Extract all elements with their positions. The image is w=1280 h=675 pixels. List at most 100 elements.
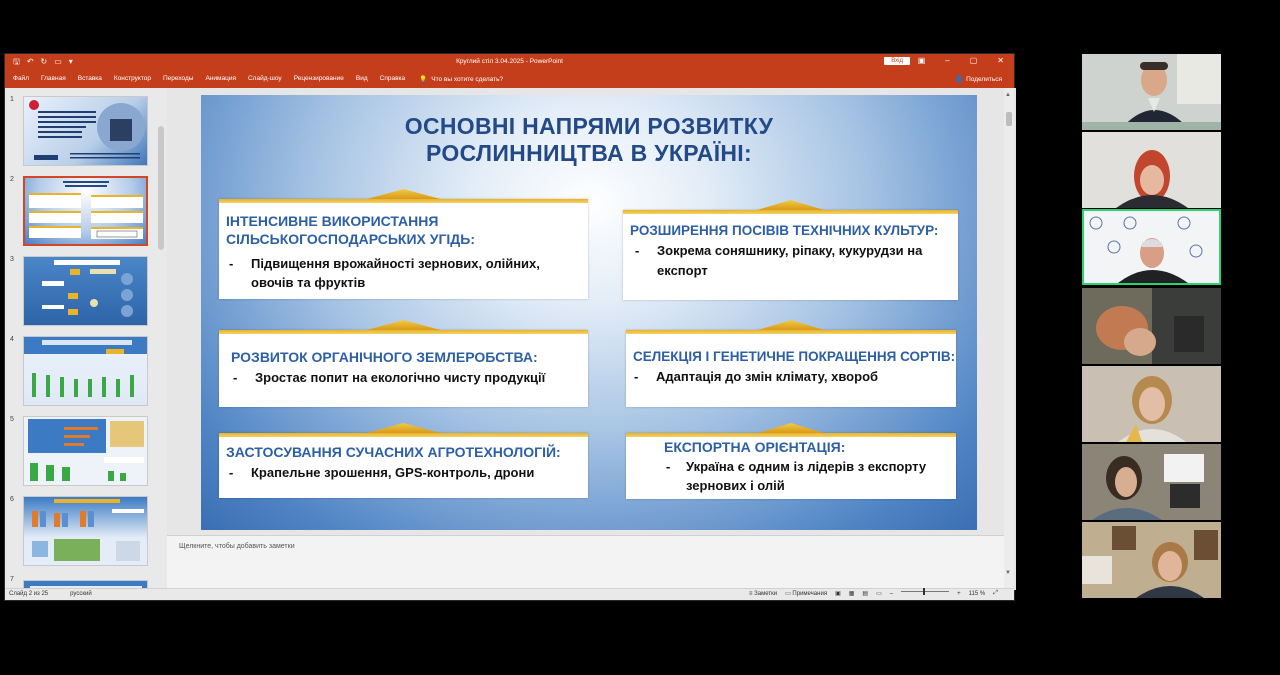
tab-home[interactable]: Главная: [41, 75, 66, 83]
slideshow-view-icon[interactable]: ▭: [876, 590, 882, 597]
slide-thumbnail-selected[interactable]: [23, 176, 148, 246]
direction-card: ІНТЕНСИВНЕ ВИКОРИСТАННЯ СІЛЬСЬКОГОСПОДАР…: [219, 189, 588, 299]
participant-video[interactable]: [1082, 522, 1221, 598]
reading-view-icon[interactable]: ▤: [862, 590, 868, 597]
signin-button[interactable]: Вхід: [884, 57, 910, 65]
title-bar: 🖫 ↶ ↻ ▭ ▾ Круглий стіл 3.04.2025 - Power…: [5, 54, 1014, 71]
share-button[interactable]: 👤 Поделиться: [955, 75, 1002, 84]
card-bullet-text: Підвищення врожайності зернових, олійних…: [251, 256, 540, 271]
tab-file[interactable]: Файл: [13, 75, 29, 83]
direction-card: РОЗШИРЕННЯ ПОСІВІВ ТЕХНІЧНИХ КУЛЬТУР: - …: [623, 200, 958, 300]
ribbon-display-icon[interactable]: ▣: [918, 56, 926, 65]
maximize-icon[interactable]: ▢: [970, 56, 978, 65]
card-gold-strip: [219, 330, 588, 334]
tell-me-box[interactable]: 💡 Что вы хотите сделать?: [419, 75, 503, 84]
slide-thumbnail[interactable]: [23, 496, 148, 566]
thumbnail-number: 4: [10, 336, 14, 343]
zoom-out-icon[interactable]: –: [890, 591, 893, 597]
thumbnail-number: 6: [10, 496, 14, 503]
notes-toggle[interactable]: ≡ Заметки: [749, 591, 777, 597]
participant-image: [1084, 211, 1219, 283]
close-icon[interactable]: ✕: [997, 56, 1004, 65]
bullet-dash: -: [229, 465, 234, 480]
comments-toggle[interactable]: ▭ Примечания: [785, 590, 827, 597]
tab-review[interactable]: Рецензирование: [294, 75, 344, 83]
tab-slideshow[interactable]: Слайд-шоу: [248, 75, 282, 83]
card-gold-header: [219, 423, 588, 433]
card-heading: ЕКСПОРТНА ОРІЄНТАЦІЯ:: [664, 439, 846, 455]
participant-image: [1082, 288, 1221, 364]
tab-design[interactable]: Конструктор: [114, 75, 151, 83]
zoom-slider-knob[interactable]: [923, 588, 926, 595]
zoom-level[interactable]: 115 %: [969, 591, 986, 597]
tab-animations[interactable]: Анимация: [205, 75, 236, 83]
participant-video[interactable]: [1082, 288, 1221, 364]
notes-placeholder: Щелкните, чтобы добавить заметки: [179, 543, 295, 550]
zoom-in-icon[interactable]: +: [957, 591, 961, 597]
card-heading: СІЛЬСЬКОГОСПОДАРСЬКИХ УГІДЬ:: [226, 231, 475, 247]
card-bullet-text: Крапельне зрошення, GPS-контроль, дрони: [251, 465, 535, 480]
thumbnail-image: [32, 499, 144, 561]
slide-scrollbar[interactable]: ▲ ▼: [1004, 88, 1014, 590]
tab-help[interactable]: Справка: [380, 75, 406, 83]
card-gold-header: [219, 320, 588, 330]
card-gold-header: [626, 320, 956, 330]
tab-view[interactable]: Вид: [356, 75, 368, 83]
direction-card: РОЗВИТОК ОРГАНІЧНОГО ЗЕМЛЕРОБСТВА: - Зро…: [219, 320, 588, 407]
person-icon: 👤: [955, 76, 964, 83]
scroll-up-icon[interactable]: ▲: [1005, 92, 1011, 98]
participant-image: [1082, 132, 1221, 208]
card-gold-header: [219, 189, 588, 199]
scroll-thumb[interactable]: [1006, 112, 1012, 126]
tab-insert[interactable]: Вставка: [78, 75, 102, 83]
participant-video[interactable]: [1082, 444, 1221, 520]
slide-thumbnail[interactable]: [23, 416, 148, 486]
slide-title-line: РОСЛИННИЦТВА В УКРАЇНІ:: [426, 140, 752, 166]
tab-transitions[interactable]: Переходы: [163, 75, 194, 83]
card-bullet-text: зернових і олій: [686, 478, 785, 493]
slide-thumbnail[interactable]: [23, 96, 148, 166]
zoom-slider[interactable]: [901, 588, 950, 595]
thumbnail-image: [29, 181, 143, 239]
participant-image: [1082, 522, 1221, 598]
current-slide[interactable]: ОСНОВНІ НАПРЯМИ РОЗВИТКУ РОСЛИННИЦТВА В …: [201, 95, 977, 530]
thumbnail-number: 1: [10, 96, 14, 103]
participant-video[interactable]: [1082, 366, 1221, 442]
normal-view-icon[interactable]: ▣: [835, 590, 841, 597]
scroll-down-icon[interactable]: ▼: [1005, 570, 1011, 576]
notes-pane[interactable]: Щелкните, чтобы добавить заметки: [167, 535, 1005, 590]
thumbnail-image: [42, 260, 133, 317]
direction-card: ЗАСТОСУВАННЯ СУЧАСНИХ АГРОТЕХНОЛОГІЙ: - …: [219, 423, 588, 498]
card-bullet-text: експорт: [657, 263, 708, 278]
meeting-screen: 🖫 ↶ ↻ ▭ ▾ Круглий стіл 3.04.2025 - Power…: [0, 0, 1280, 675]
card-gold-strip: [623, 210, 958, 214]
thumbnail-number: 3: [10, 256, 14, 263]
fit-slide-icon[interactable]: ⤢: [993, 590, 998, 597]
thumbnail-image: [32, 340, 134, 397]
thumbnail-image: [28, 419, 144, 481]
bullet-dash: -: [635, 243, 640, 258]
participant-video[interactable]: [1082, 132, 1221, 208]
card-heading: РОЗШИРЕННЯ ПОСІВІВ ТЕХНІЧНИХ КУЛЬТУР:: [630, 223, 939, 238]
card-gold-header: [623, 200, 958, 210]
ribbon-tabs: Файл Главная Вставка Конструктор Переход…: [5, 71, 1014, 88]
slide-sorter-icon[interactable]: ▦: [849, 590, 855, 597]
direction-card: ЕКСПОРТНА ОРІЄНТАЦІЯ: - Україна є одним …: [626, 423, 956, 499]
slide-title: ОСНОВНІ НАПРЯМИ РОЗВИТКУ РОСЛИННИЦТВА В …: [201, 113, 977, 167]
language-indicator[interactable]: русский: [70, 591, 92, 597]
thumbnail-number: 5: [10, 416, 14, 423]
participant-image: [1082, 366, 1221, 442]
card-gold-strip: [626, 330, 956, 334]
thumbnail-scrollbar[interactable]: [158, 126, 164, 250]
slide-editor: ОСНОВНІ НАПРЯМИ РОЗВИТКУ РОСЛИННИЦТВА В …: [167, 88, 1016, 590]
slide-title-line: ОСНОВНІ НАПРЯМИ РОЗВИТКУ: [404, 113, 774, 139]
slide-thumbnail[interactable]: [23, 256, 148, 326]
card-gold-strip: [219, 199, 588, 203]
slide-counter: Слайд 2 из 25: [9, 591, 49, 597]
slide-thumbnail-pane[interactable]: 1 2 3 4 5 6 7: [5, 88, 167, 590]
minimize-icon[interactable]: –: [945, 56, 949, 65]
card-gold-strip: [626, 433, 956, 437]
slide-thumbnail[interactable]: [23, 336, 148, 406]
participant-video[interactable]: [1082, 54, 1221, 130]
participant-video-active[interactable]: [1082, 209, 1221, 285]
